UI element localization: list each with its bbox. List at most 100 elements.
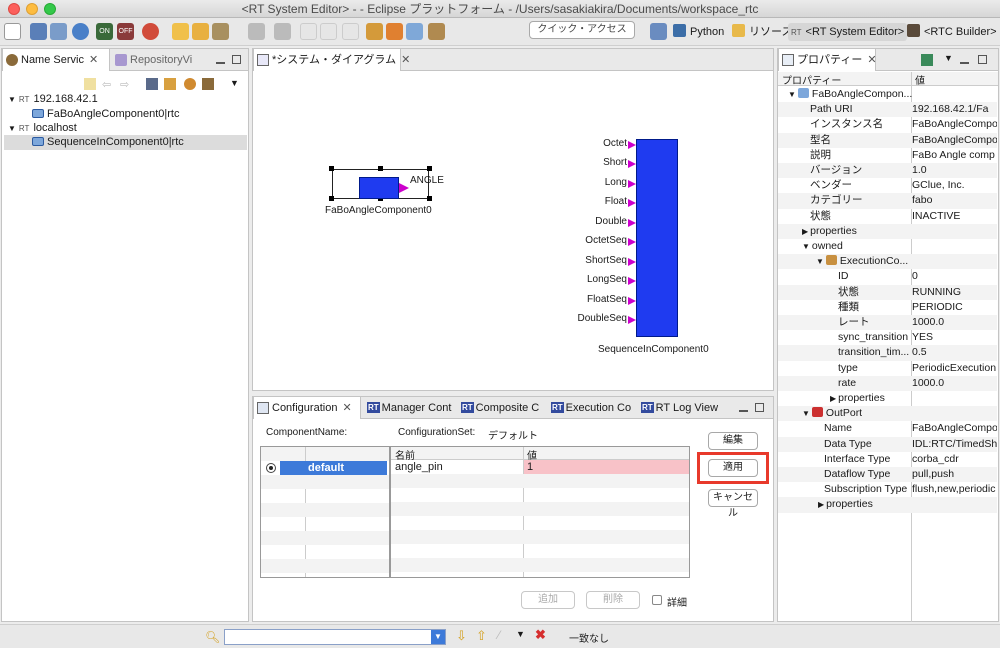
delete-button[interactable]: 削除 bbox=[586, 591, 640, 609]
repository-icon[interactable] bbox=[366, 23, 383, 40]
run-icon[interactable] bbox=[142, 23, 159, 40]
param-value-angle-pin[interactable]: 1 bbox=[524, 460, 689, 474]
pin-icon[interactable] bbox=[921, 54, 933, 66]
minimize-window-button[interactable] bbox=[26, 3, 38, 15]
view-menu-icon[interactable]: ▼ bbox=[230, 78, 239, 88]
resize-handle[interactable] bbox=[329, 196, 334, 201]
property-row[interactable]: rate 1000.0 bbox=[778, 375, 997, 391]
open-folder-icon[interactable] bbox=[172, 23, 189, 40]
nav-forward-icon[interactable] bbox=[274, 23, 291, 40]
close-find-icon[interactable]: ✖ bbox=[535, 627, 546, 643]
property-row[interactable]: Dataflow Type pull,push bbox=[778, 467, 997, 483]
resize-handle[interactable] bbox=[427, 196, 432, 201]
close-icon[interactable]: ✕ bbox=[401, 54, 410, 66]
back-arrow-icon[interactable]: ⇦ bbox=[102, 78, 114, 91]
sequence-in-component[interactable] bbox=[636, 139, 678, 337]
maximize-icon[interactable] bbox=[232, 55, 241, 64]
tab-system-diagram[interactable]: *システム・ダイアグラム ✕ bbox=[253, 49, 410, 71]
close-icon[interactable]: ✕ bbox=[342, 402, 351, 414]
inport-double[interactable] bbox=[628, 219, 636, 227]
property-row[interactable]: sync_transition YES bbox=[778, 330, 997, 345]
add-button[interactable]: 追加 bbox=[521, 591, 575, 609]
property-row[interactable]: ▼ owned bbox=[778, 239, 997, 254]
property-row[interactable]: type PeriodicExecution bbox=[778, 361, 997, 376]
property-row[interactable]: バージョン 1.0 bbox=[778, 163, 997, 179]
property-row[interactable]: ▼ OutPort bbox=[778, 406, 997, 422]
resize-handle[interactable] bbox=[427, 166, 432, 171]
perspective-resource[interactable]: リソース bbox=[732, 23, 792, 41]
inport-longseq[interactable] bbox=[628, 277, 636, 285]
cancel-button[interactable]: キャンセル bbox=[708, 489, 758, 519]
find-input[interactable]: ▼ bbox=[224, 629, 446, 645]
property-row[interactable]: Interface Type corba_cdr bbox=[778, 452, 997, 467]
close-icon[interactable]: ✕ bbox=[867, 54, 876, 66]
forward-arrow-icon[interactable]: ⇨ bbox=[120, 78, 132, 91]
zoom-window-button[interactable] bbox=[44, 3, 56, 15]
tree-node-localhost[interactable]: ▼ RT localhost bbox=[8, 121, 77, 136]
property-row[interactable]: 種類 PERIODIC bbox=[778, 300, 997, 315]
perspective-rtc-builder[interactable]: <RTC Builder> bbox=[907, 23, 997, 41]
tab-properties[interactable]: プロパティー ✕ bbox=[778, 49, 877, 71]
resize-handle[interactable] bbox=[378, 166, 383, 171]
minimize-icon[interactable] bbox=[739, 403, 748, 412]
forward-icon[interactable] bbox=[342, 23, 359, 40]
back-icon[interactable] bbox=[320, 23, 337, 40]
collapse-icon[interactable]: ▶ bbox=[830, 394, 836, 403]
connect-icon[interactable] bbox=[386, 23, 403, 40]
new-icon[interactable] bbox=[4, 23, 21, 40]
maximize-icon[interactable] bbox=[978, 55, 987, 64]
inport-shortseq[interactable] bbox=[628, 258, 636, 266]
tab-composite-component[interactable]: RT Composite C bbox=[459, 397, 551, 419]
inport-short[interactable] bbox=[628, 160, 636, 168]
minimize-icon[interactable] bbox=[960, 55, 969, 64]
apply-button[interactable]: 適用 bbox=[708, 459, 758, 477]
all-on-icon[interactable]: ON bbox=[96, 23, 113, 40]
tree-node-fabo-angle[interactable]: FaBoAngleComponent0|rtc bbox=[32, 107, 180, 122]
tree-node-sequence-in[interactable]: SequenceInComponent0|rtc bbox=[4, 135, 247, 150]
inport-doubleseq[interactable] bbox=[628, 316, 636, 324]
tab-rt-log-view[interactable]: RT RT Log View bbox=[639, 397, 731, 419]
inport-floatseq[interactable] bbox=[628, 297, 636, 305]
active-set-radio[interactable] bbox=[266, 463, 276, 473]
configuration-set-row-default[interactable]: default bbox=[263, 461, 389, 475]
gear-icon[interactable] bbox=[72, 23, 89, 40]
home-icon[interactable] bbox=[84, 78, 96, 90]
property-row[interactable]: 状態 RUNNING bbox=[778, 284, 997, 300]
close-icon[interactable]: ✕ bbox=[89, 54, 98, 66]
tab-name-service[interactable]: Name Servic ✕ bbox=[2, 49, 110, 71]
detail-checkbox[interactable] bbox=[652, 595, 662, 605]
open-file-icon[interactable] bbox=[192, 23, 209, 40]
save-icon[interactable] bbox=[30, 23, 47, 40]
view-menu-icon[interactable]: ▼ bbox=[944, 53, 953, 63]
resize-handle[interactable] bbox=[329, 166, 334, 171]
property-row[interactable]: Path URI 192.168.42.1/Fa bbox=[778, 102, 997, 118]
all-off-icon[interactable]: OFF bbox=[117, 23, 134, 40]
inport-float[interactable] bbox=[628, 199, 636, 207]
open-perspective-icon[interactable] bbox=[650, 23, 667, 40]
property-row[interactable]: ▼ FaBoAngleCompon... bbox=[778, 87, 997, 102]
property-row[interactable]: ▶ properties bbox=[778, 223, 997, 239]
property-row[interactable]: Name FaBoAngleCompo bbox=[778, 421, 997, 436]
expand-icon[interactable]: ▼ bbox=[788, 90, 796, 99]
table-row[interactable]: angle_pin 1 bbox=[391, 460, 689, 474]
property-row[interactable]: 状態 INACTIVE bbox=[778, 209, 997, 224]
build-icon[interactable] bbox=[212, 23, 229, 40]
rtc-icon[interactable] bbox=[428, 23, 445, 40]
close-window-button[interactable] bbox=[8, 3, 20, 15]
connect-ns-icon[interactable] bbox=[184, 78, 196, 90]
inport-long[interactable] bbox=[628, 180, 636, 188]
nav-back-icon[interactable] bbox=[248, 23, 265, 40]
refresh-icon[interactable] bbox=[164, 78, 176, 90]
minimize-icon[interactable] bbox=[216, 55, 225, 64]
property-row[interactable]: インスタンス名 FaBoAngleCompo bbox=[778, 117, 997, 132]
expand-icon[interactable]: ▼ bbox=[802, 242, 810, 251]
perspective-rt-system-editor[interactable]: RT <RT System Editor> bbox=[788, 23, 908, 41]
property-row[interactable]: Subscription Type flush,new,periodic bbox=[778, 482, 997, 497]
property-row[interactable]: カテゴリー fabo bbox=[778, 193, 997, 209]
edit-button[interactable]: 編集 bbox=[708, 432, 758, 450]
add-ns-icon[interactable] bbox=[202, 78, 214, 90]
perspective-python[interactable]: Python bbox=[673, 23, 724, 41]
property-row[interactable]: Data Type IDL:RTC/TimedSh bbox=[778, 436, 997, 452]
tab-repository-view[interactable]: RepositoryVi bbox=[112, 49, 198, 71]
inport-octet[interactable] bbox=[628, 141, 636, 149]
